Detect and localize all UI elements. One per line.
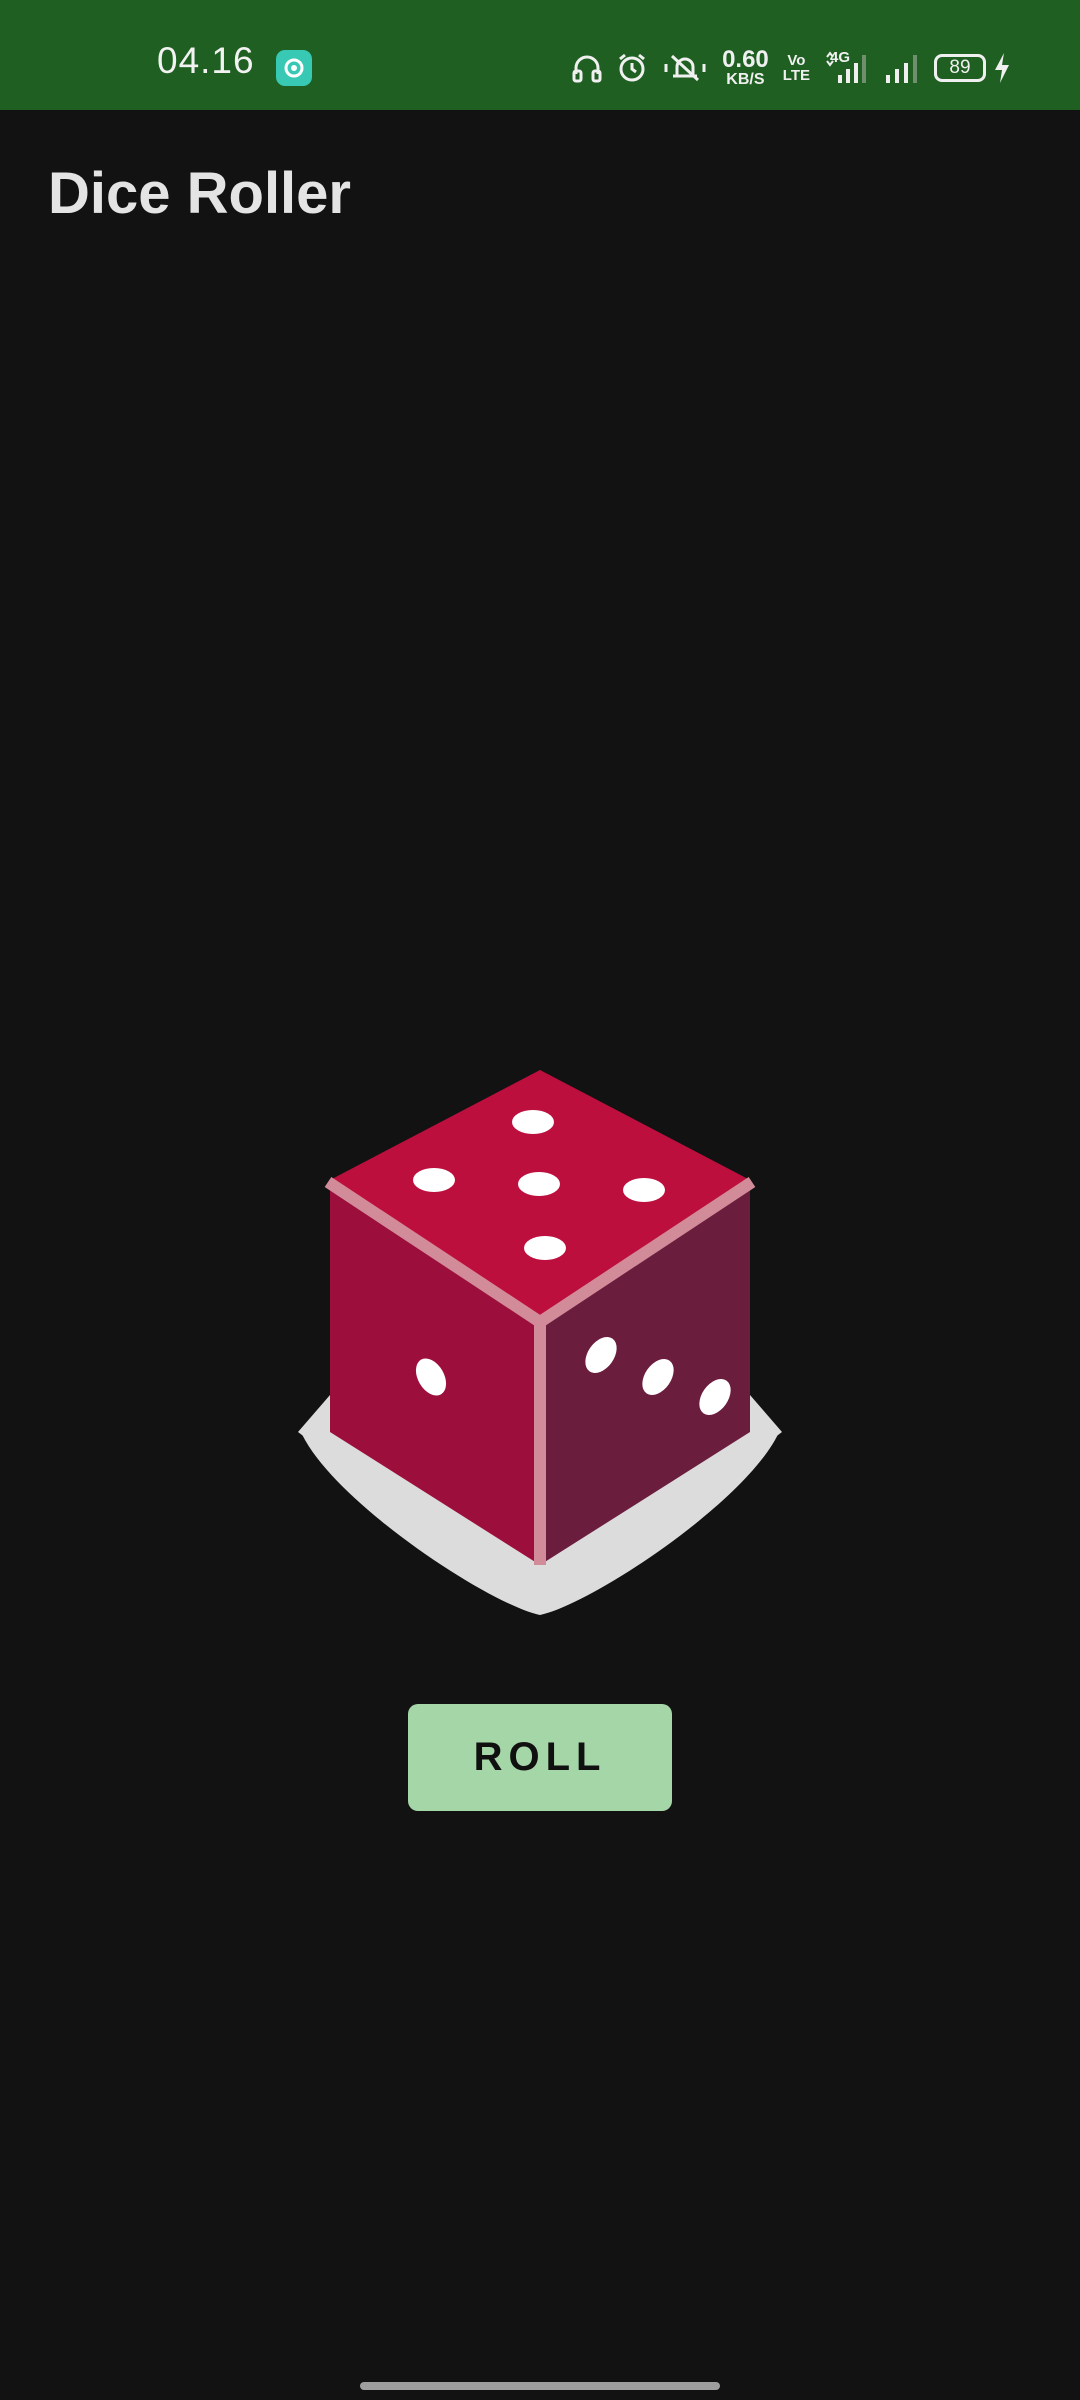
volte-icon: Vo LTE — [783, 53, 810, 83]
status-icons: 0.60 KB/S Vo LTE 4G 89 — [572, 44, 1012, 92]
app-notification-icon — [276, 50, 312, 86]
dice-image — [290, 1060, 790, 1620]
net-speed-value: 0.60 — [722, 46, 769, 73]
headphones-icon — [572, 52, 602, 84]
roll-button[interactable]: ROLL — [408, 1704, 672, 1811]
status-time: 04.16 — [157, 40, 255, 81]
mute-vibrate-icon — [662, 52, 708, 84]
volte-bottom: LTE — [782, 67, 810, 84]
signal-4g-icon: 4G — [824, 49, 870, 85]
battery-icon: 89 — [934, 54, 986, 82]
net-speed-unit: KB/S — [726, 71, 765, 88]
charging-icon — [992, 51, 1012, 85]
signal-icon — [884, 51, 920, 85]
volte-top: Vo — [787, 52, 806, 69]
gesture-nav-handle[interactable] — [360, 2382, 720, 2390]
battery-level: 89 — [949, 57, 971, 78]
alarm-icon — [616, 52, 648, 84]
status-bar: 04.16 0.60 KB/S Vo LTE 4G 89 — [0, 0, 1080, 110]
network-speed: 0.60 KB/S — [722, 48, 769, 88]
app-title: Dice Roller — [48, 161, 351, 226]
